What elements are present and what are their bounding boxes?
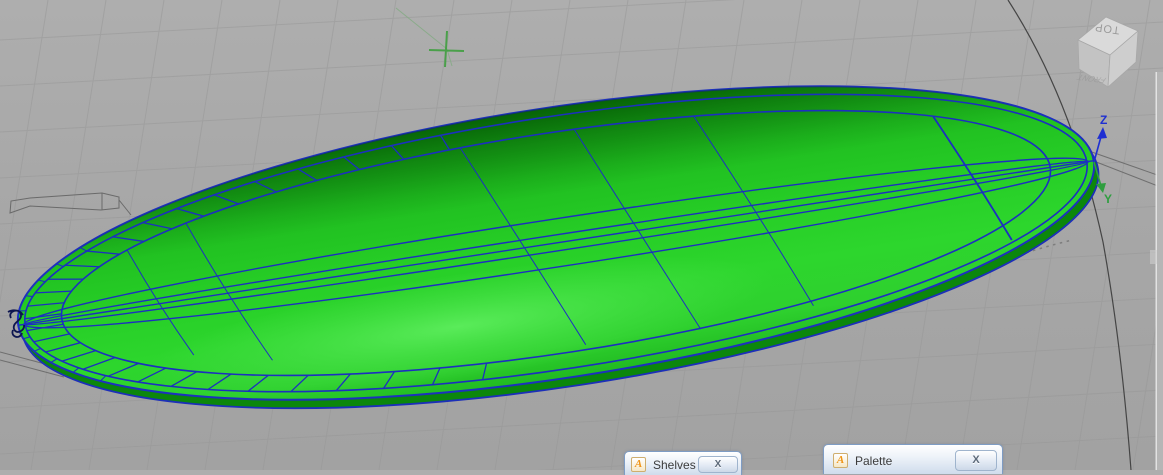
viewport-canvas[interactable]: Z Y TOP FRONT [0,0,1163,470]
alias-app-icon: A [833,453,848,468]
view-cube[interactable]: TOP FRONT [1074,17,1138,87]
alias-3d-viewport: { "viewport": { "background_color": "#a8… [0,0,1163,470]
y-axis-label: Y [1104,192,1112,206]
z-axis-arrow [1097,127,1107,139]
viewport-right-edge [1150,72,1163,470]
construction-point-marker [396,8,464,67]
profile-curve-outline [10,193,131,215]
palette-close-button[interactable]: X [955,450,997,471]
palette-panel-title: Palette [855,454,955,468]
z-axis-label: Z [1100,113,1107,127]
shelves-close-button[interactable]: X [698,456,738,473]
shelves-panel-titlebar[interactable]: A Shelves X [624,451,742,475]
axis-triad: Z Y [1094,113,1112,206]
shelves-panel-title: Shelves [653,458,698,472]
